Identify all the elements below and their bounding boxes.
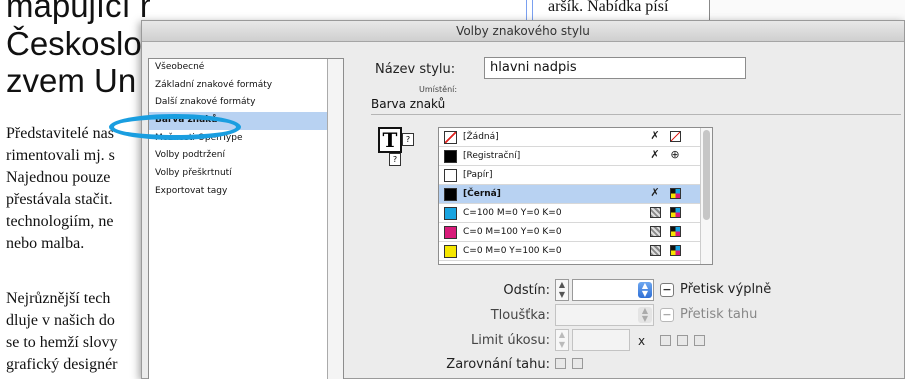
round-join-icon[interactable] <box>677 335 688 346</box>
doc-body-line: technologiím, ne <box>6 213 114 230</box>
doc-body-line: přestávala stačit. <box>6 191 113 208</box>
category-item-underline[interactable]: Volby podtržení <box>149 147 343 165</box>
section-title: Barva znaků <box>371 97 446 111</box>
miter-join-icon[interactable] <box>660 335 671 346</box>
tint-dropdown-icon[interactable]: ▲ ▼ <box>638 282 652 298</box>
swatch-chip <box>444 169 457 182</box>
section-divider <box>371 114 901 115</box>
location-label: Umístění: <box>419 85 458 94</box>
align-center-icon[interactable] <box>555 358 566 369</box>
tint-stepper[interactable]: ▲ ▼ <box>555 279 569 301</box>
cmyk-mode-icon <box>669 244 681 256</box>
doc-body-line: se to hemží slovy <box>6 334 118 351</box>
doc-body-line: nebo malba. <box>6 235 85 252</box>
style-name-input[interactable]: hlavni nadpis <box>484 57 746 79</box>
fill-stroke-icon[interactable]: T ? ? <box>378 127 422 171</box>
dialog-title[interactable]: Volby znakového stylu <box>142 21 904 42</box>
swatch-name: [Registrační] <box>463 151 521 161</box>
doc-heading-line: Českoslo <box>6 25 142 62</box>
doc-body-line: dluje v našich do <box>6 312 115 329</box>
doc-heading-line: zvem Un <box>6 62 137 99</box>
doc-right-text: aršík. Nabídka písí <box>548 0 669 15</box>
overprint-stroke-label: Přetisk tahu <box>680 307 758 322</box>
swatch-chip <box>444 245 457 258</box>
miter-limit-input[interactable] <box>572 329 630 351</box>
tint-input[interactable]: ▲ ▼ <box>572 279 654 301</box>
category-item-export-tags[interactable]: Exportovat tagy <box>149 183 343 201</box>
swatch-name: [Černá] <box>463 189 501 199</box>
swatch-row[interactable]: [Černá] ✗ <box>439 185 712 204</box>
doc-body-line: rimentovali mj. s <box>6 147 115 164</box>
category-item-strikethrough[interactable]: Volby přeškrtnutí <box>149 165 343 183</box>
process-color-icon <box>649 225 661 237</box>
overprint-fill-label: Přetisk výplně <box>680 282 772 297</box>
doc-body-line: Najednou pouze <box>6 169 111 186</box>
process-color-icon <box>649 206 661 218</box>
stroke-align-label: Zarovnání tahu: <box>446 357 550 372</box>
document-left-column: mapující meziválečné umění v Českoslo zv… <box>0 0 150 379</box>
registration-icon: ⊕ <box>670 148 680 161</box>
tint-label: Odstín: <box>503 283 550 298</box>
none-swatch-icon <box>669 130 681 142</box>
swatch-row[interactable]: [Žádná] ✗ <box>439 128 712 147</box>
swatch-name: [Papír] <box>463 170 493 180</box>
swatch-chip <box>444 150 457 163</box>
swatch-scrollbar[interactable] <box>700 128 712 264</box>
swatch-chip <box>444 131 457 144</box>
overprint-fill-checkbox[interactable]: − <box>660 283 674 297</box>
fill-unknown-icon: ? <box>389 153 401 166</box>
cmyk-mode-icon <box>669 206 681 218</box>
weight-dropdown-icon[interactable]: ▲ ▼ <box>638 307 652 323</box>
doc-body-line: Představitelé nas <box>6 125 114 142</box>
highlight-annotation <box>109 114 241 140</box>
category-item-advanced-formats[interactable]: Další znakové formáty <box>149 94 343 112</box>
character-style-options-dialog: Volby znakového stylu Všeobecné Základní… <box>109 20 905 379</box>
swatch-row[interactable]: [Registrační] ✗ ⊕ <box>439 147 712 166</box>
category-item-basic-formats[interactable]: Základní znakové formáty <box>149 77 343 95</box>
swatch-row[interactable]: C=0 M=0 Y=100 K=0 <box>439 242 712 261</box>
stroke-unknown-icon: ? <box>402 133 414 146</box>
style-name-label: Název stylu: <box>375 62 456 77</box>
category-list: Všeobecné Základní znakové formáty Další… <box>148 58 344 379</box>
no-edit-icon: ✗ <box>650 148 660 161</box>
swatch-name: C=0 M=100 Y=0 K=0 <box>463 227 562 237</box>
swatch-row[interactable]: C=100 M=0 Y=0 K=0 <box>439 204 712 223</box>
swatch-chip <box>444 226 457 239</box>
swatch-row[interactable]: C=0 M=100 Y=0 K=0 <box>439 223 712 242</box>
swatch-name: C=100 M=0 Y=0 K=0 <box>463 208 562 218</box>
swatch-chip <box>444 188 457 201</box>
doc-heading-line: mapující meziválečné umění v <box>6 0 150 24</box>
cmyk-mode-icon <box>669 187 681 199</box>
swatch-list: [Žádná] ✗ [Registrační] ✗ ⊕ [Papír] [Černá] ✗ C=… <box>438 127 713 265</box>
swatch-scroll-thumb[interactable] <box>703 130 710 220</box>
align-outside-icon[interactable] <box>572 358 583 369</box>
cmyk-mode-icon <box>669 225 681 237</box>
no-edit-icon: ✗ <box>650 129 660 142</box>
swatch-name: [Žádná] <box>463 132 499 142</box>
weight-label: Tloušťka: <box>490 308 550 323</box>
category-item-general[interactable]: Všeobecné <box>149 59 343 77</box>
overprint-stroke-checkbox[interactable]: − <box>660 308 674 322</box>
swatch-row[interactable]: [Papír] <box>439 166 712 185</box>
doc-body-line: grafický designér <box>6 356 118 373</box>
process-color-icon <box>649 244 661 256</box>
text-fill-icon[interactable]: T <box>378 127 402 153</box>
category-scrollbar[interactable] <box>327 59 343 379</box>
doc-body-line: Nejrůznější tech <box>6 290 111 307</box>
no-edit-icon: ✗ <box>650 186 660 199</box>
miter-stepper[interactable]: ▲ ▼ <box>555 329 569 351</box>
swatch-chip <box>444 207 457 220</box>
swatch-name: C=0 M=0 Y=100 K=0 <box>463 246 562 256</box>
weight-input[interactable]: ▲ ▼ <box>555 304 654 326</box>
miter-limit-label: Limit úkosu: <box>470 333 550 348</box>
miter-x: x <box>638 334 646 348</box>
bevel-join-icon[interactable] <box>694 335 705 346</box>
